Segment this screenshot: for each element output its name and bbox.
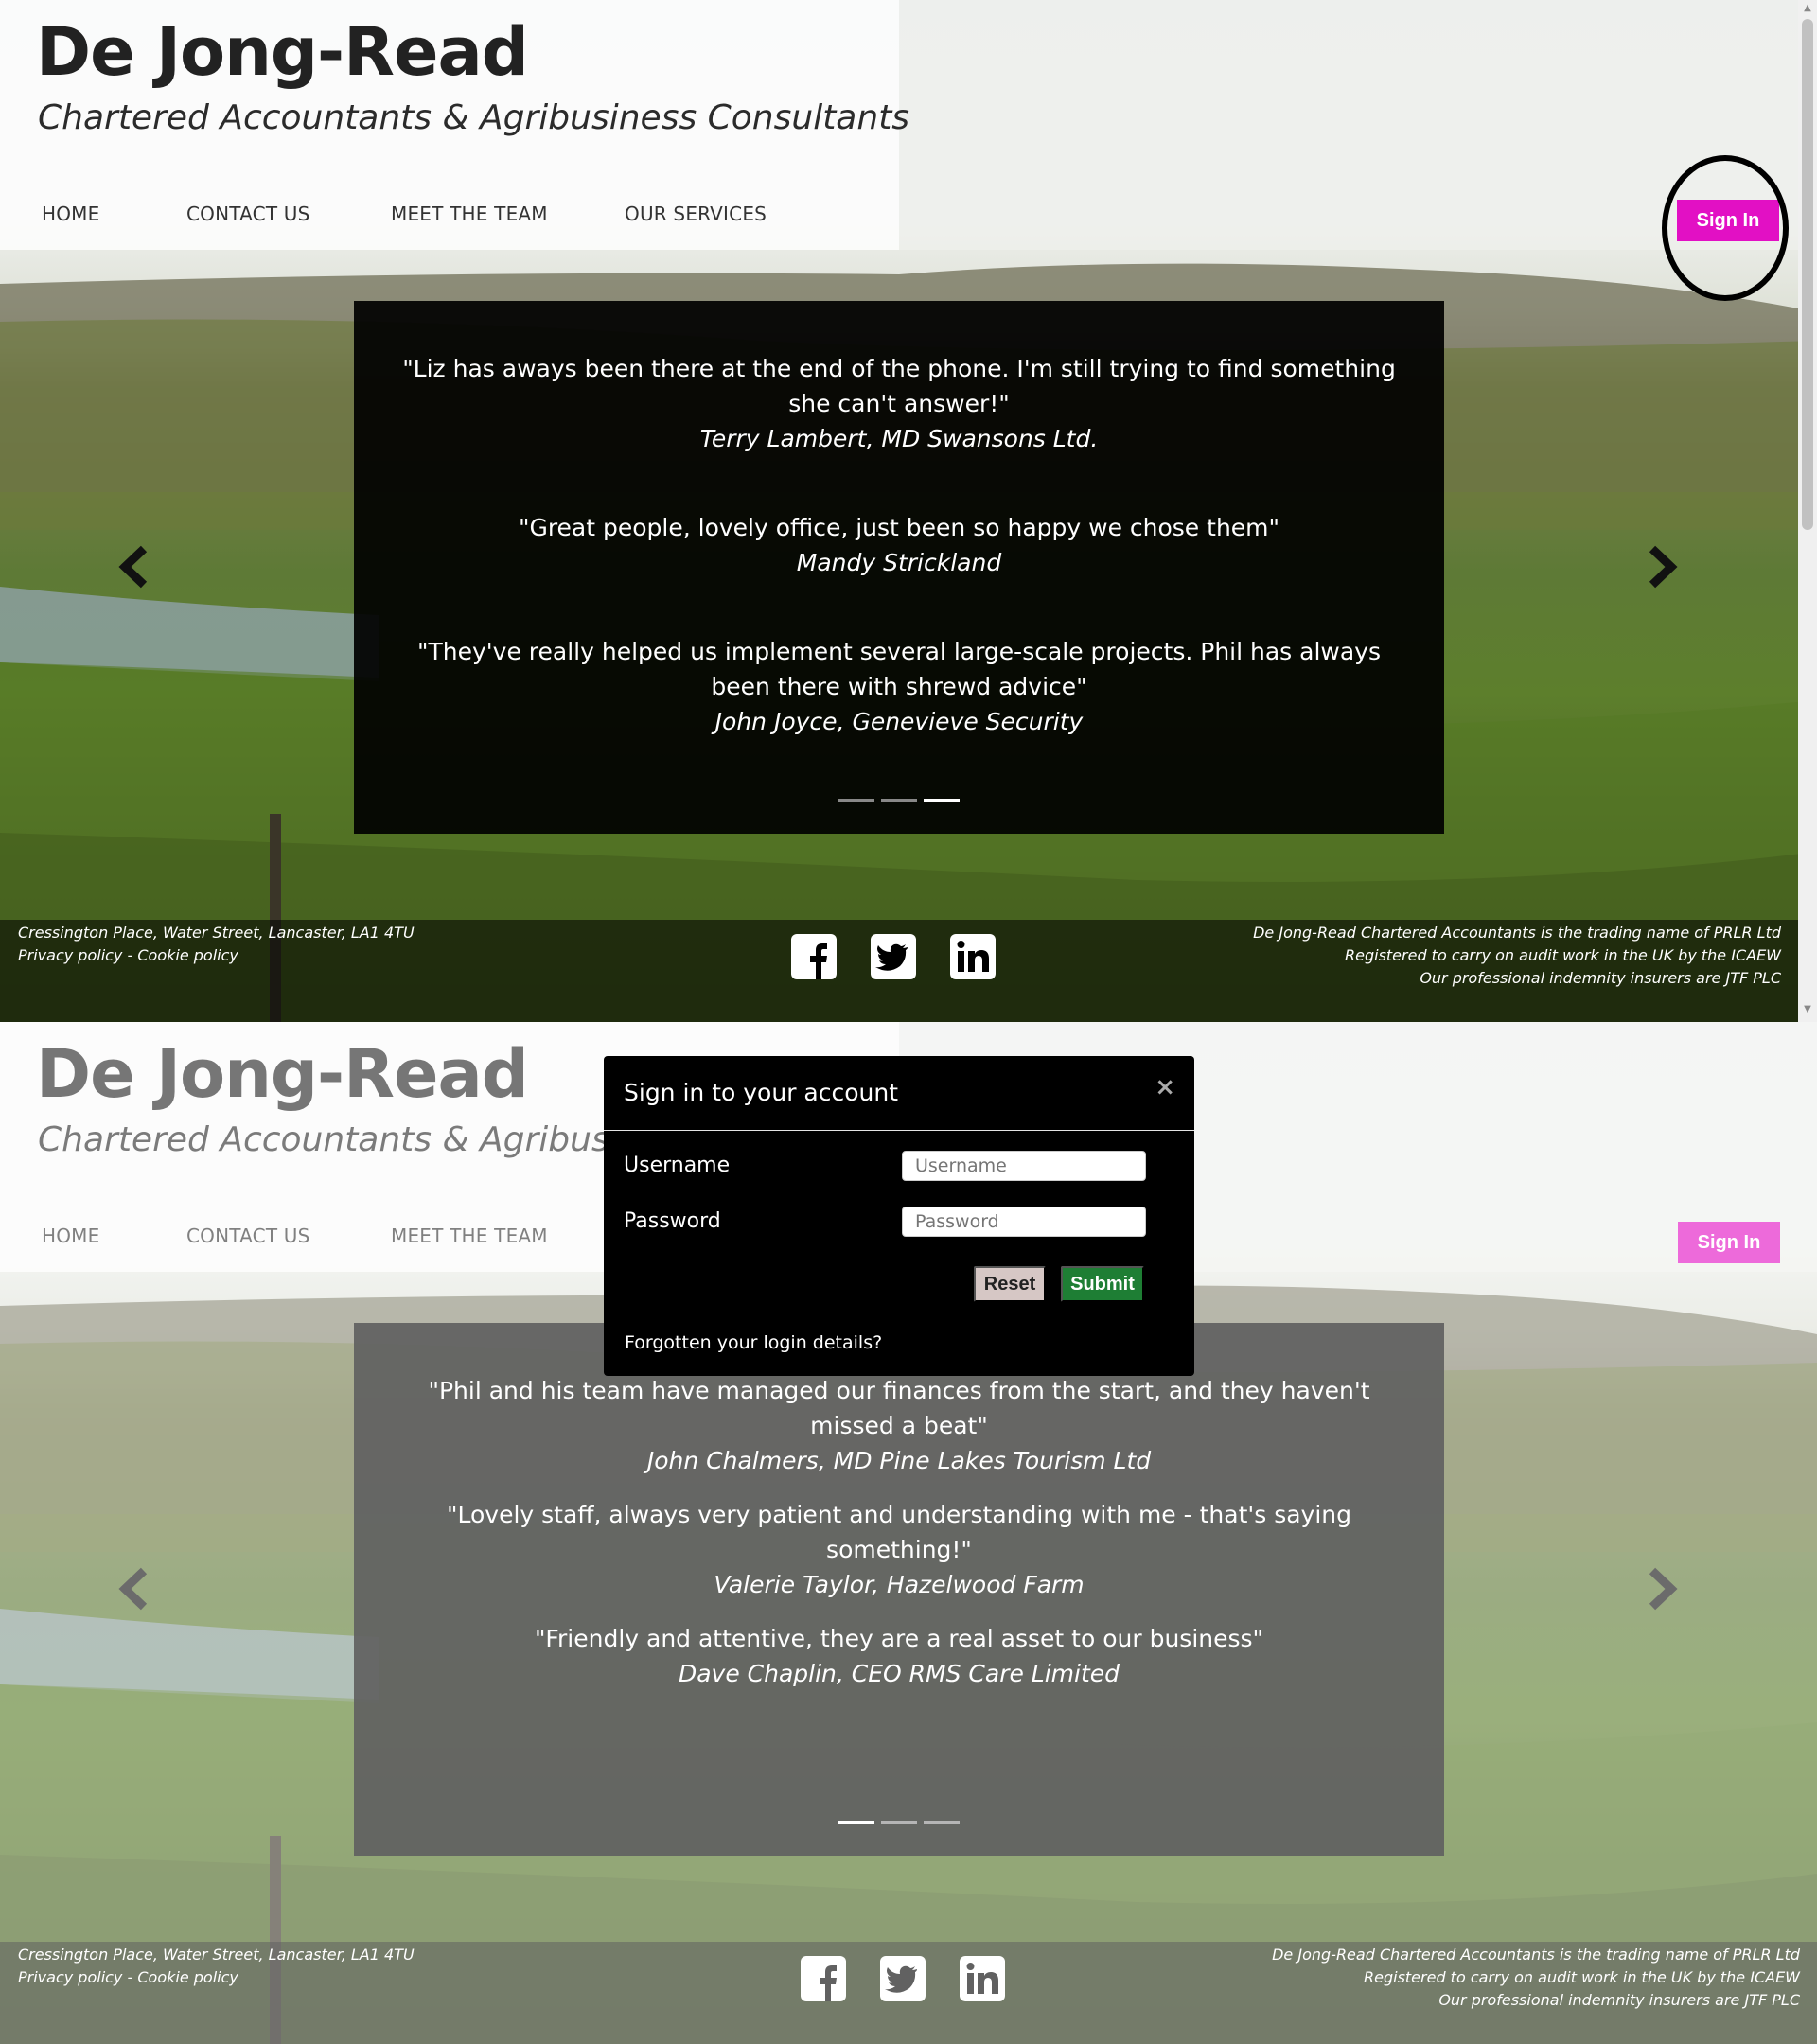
facebook-icon[interactable] [790,933,838,980]
footer-left: Cressington Place, Water Street, Lancast… [18,922,415,967]
testimonial-author: Mandy Strickland [796,549,1002,576]
footer-legal-line: Registered to carry on audit work in the… [1345,946,1781,964]
sign-in-modal: Sign in to your account × Username Passw… [604,1056,1194,1376]
nav-home[interactable]: HOME [42,203,99,225]
testimonial-author: Terry Lambert, MD Swansons Ltd. [699,425,1099,452]
carousel-indicator-2[interactable] [881,799,917,802]
carousel-prev-arrow-icon[interactable] [115,545,153,589]
close-icon[interactable]: × [1155,1073,1175,1101]
testimonial-item: "They've really helped us implement seve… [392,634,1406,739]
modal-divider [604,1130,1194,1131]
username-input[interactable] [902,1151,1146,1181]
nav-meet-the-team[interactable]: MEET THE TEAM [391,203,548,225]
password-label: Password [624,1209,721,1233]
footer-legal-line: Our professional indemnity insurers are … [1420,969,1781,987]
testimonial-carousel: "Liz has aways been there at the end of … [354,301,1444,834]
testimonial-author: John Joyce, Genevieve Security [714,708,1084,735]
testimonial-quote: "They've really helped us implement seve… [417,638,1381,700]
carousel-indicator-1[interactable] [838,799,874,802]
testimonial-item: "Great people, lovely office, just been … [392,510,1406,580]
password-input[interactable] [902,1207,1146,1237]
highlight-circle [1662,155,1789,301]
footer-policy-links: Privacy policy - Cookie policy [18,946,238,964]
scrollbar-thumb[interactable] [1802,19,1813,530]
page-scrollbar[interactable]: ▲ ▼ [1798,0,1817,1022]
nav-contact-us[interactable]: CONTACT US [186,203,310,225]
username-label: Username [624,1154,731,1177]
footer: Cressington Place, Water Street, Lancast… [0,920,1817,1022]
cookie-policy-link[interactable]: Cookie policy [137,946,238,964]
modal-title: Sign in to your account [624,1079,899,1106]
carousel-indicators [838,799,971,802]
linkedin-icon[interactable] [949,933,997,980]
reset-button[interactable]: Reset [974,1266,1046,1302]
footer-legal-line: De Jong-Read Chartered Accountants is th… [1253,924,1781,942]
scroll-up-arrow-icon[interactable]: ▲ [1803,4,1812,13]
page-view-bottom: De Jong-Read Chartered Accountants & Agr… [0,1022,1817,2044]
footer-legal: De Jong-Read Chartered Accountants is th… [1253,922,1781,990]
submit-button[interactable]: Submit [1061,1266,1144,1302]
testimonial-quote: "Great people, lovely office, just been … [518,514,1280,541]
carousel-indicator-3[interactable] [924,799,960,802]
scroll-down-arrow-icon[interactable]: ▼ [1803,1005,1812,1014]
site-subtitle: Chartered Accountants & Agribusiness Con… [38,98,910,137]
carousel-next-arrow-icon[interactable] [1643,545,1681,589]
footer-address: Cressington Place, Water Street, Lancast… [18,924,415,942]
privacy-policy-link[interactable]: Privacy policy [18,946,122,964]
testimonial-item: "Liz has aways been there at the end of … [392,351,1406,456]
site-title[interactable]: De Jong-Read [36,13,529,91]
forgot-login-link[interactable]: Forgotten your login details? [625,1332,882,1353]
page-view-top: De Jong-Read Chartered Accountants & Agr… [0,0,1817,1022]
twitter-icon[interactable] [870,933,917,980]
nav-our-services[interactable]: OUR SERVICES [625,203,767,225]
testimonial-quote: "Liz has aways been there at the end of … [402,355,1396,417]
